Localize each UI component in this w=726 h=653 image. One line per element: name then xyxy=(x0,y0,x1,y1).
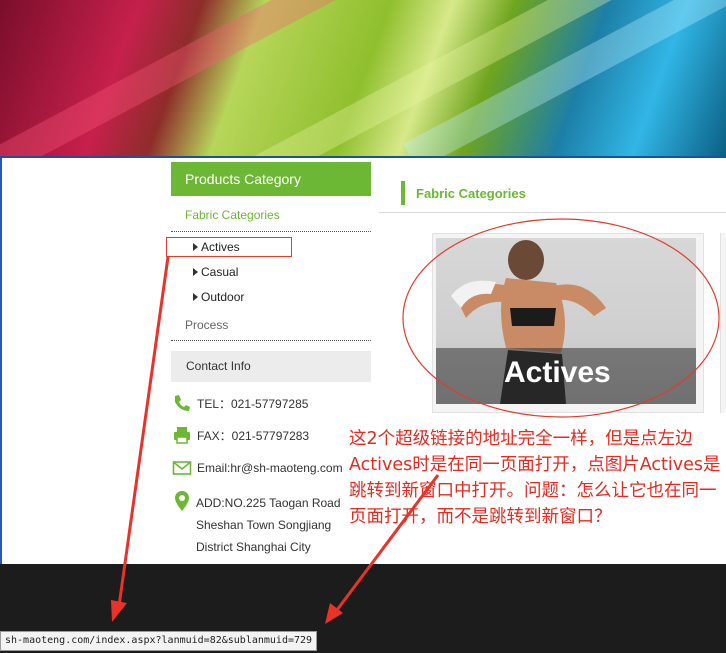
email-row: Email:hr@sh-maoteng.com xyxy=(172,458,343,478)
fax-text: FAX：021-57797283 xyxy=(197,428,310,443)
section-title: Fabric Categories xyxy=(416,186,526,201)
email-icon xyxy=(172,461,192,475)
products-category-header: Products Category xyxy=(171,162,371,196)
triangle-right-icon xyxy=(193,293,198,301)
process-link[interactable]: Process xyxy=(185,318,228,332)
status-bar-url: sh-maoteng.com/index.aspx?lanmuid=82&sub… xyxy=(0,631,317,651)
product-caption: Actives xyxy=(504,356,611,389)
window-edge xyxy=(0,158,2,564)
email-text[interactable]: Email:hr@sh-maoteng.com xyxy=(197,461,343,475)
location-pin-icon xyxy=(175,491,189,511)
actives-product-image[interactable]: Actives xyxy=(436,238,696,404)
contact-info-header: Contact Info xyxy=(171,351,371,382)
address-line: District Shanghai City xyxy=(196,540,311,554)
divider xyxy=(171,231,371,232)
next-product-card[interactable] xyxy=(720,233,726,413)
sidebar-item-label: Casual xyxy=(201,265,239,279)
tel-text: TEL：021-57797285 xyxy=(197,396,309,411)
fax-row: FAX：021-57797283 xyxy=(172,425,309,445)
highlight-box xyxy=(166,237,292,257)
address-line: Sheshan Town Songjiang xyxy=(196,518,332,532)
fax-icon xyxy=(174,427,190,444)
sidebar-item-outdoor[interactable]: Outdoor xyxy=(193,290,244,304)
banner-stripe xyxy=(0,0,437,156)
sidebar-item-label: Outdoor xyxy=(201,290,245,304)
sidebar-item-casual[interactable]: Casual xyxy=(193,265,238,279)
divider xyxy=(171,340,371,341)
phone-icon xyxy=(175,395,190,411)
annotation-text: 这2个超级链接的地址完全一样，但是点左边Actives时是在同一页面打开，点图片… xyxy=(349,429,721,527)
triangle-right-icon xyxy=(193,268,198,276)
section-rule xyxy=(379,212,726,213)
address-line: ADD:NO.225 Taogan Road xyxy=(196,496,341,510)
address-block: ADD:NO.225 Taogan Road Sheshan Town Song… xyxy=(196,492,341,558)
tel-row: TEL：021-57797285 xyxy=(172,393,308,413)
fabric-banner-image xyxy=(0,0,726,156)
banner-divider xyxy=(0,156,726,158)
fabric-categories-link[interactable]: Fabric Categories xyxy=(185,208,280,222)
section-accent-bar xyxy=(401,181,405,205)
